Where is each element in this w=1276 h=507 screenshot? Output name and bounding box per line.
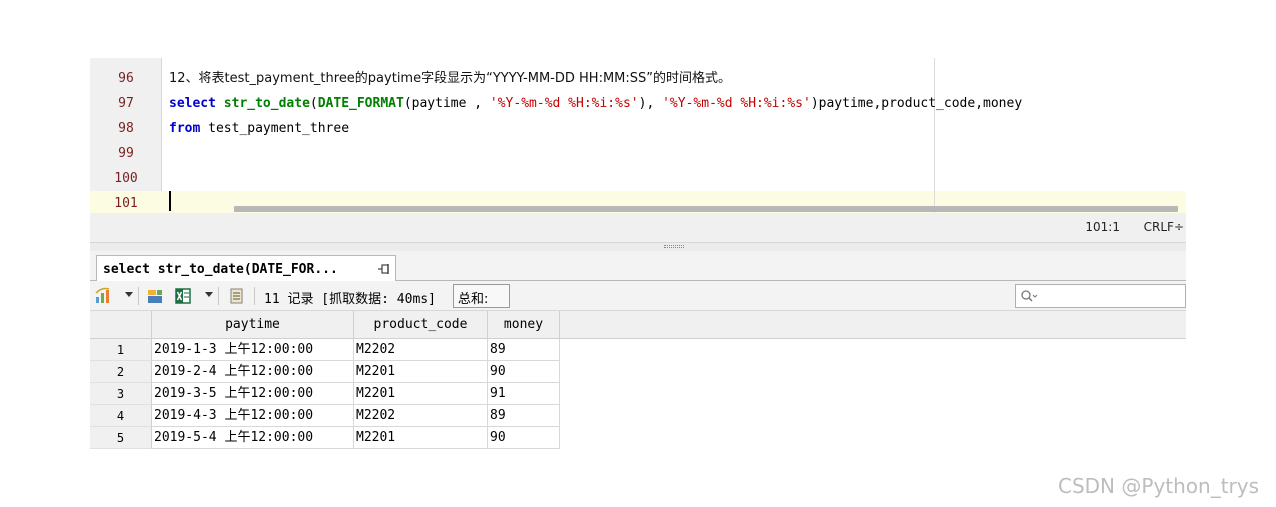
cell-money[interactable]: 91	[488, 383, 560, 405]
tab-result[interactable]: select str_to_date(DATE_FOR...	[96, 255, 396, 282]
table-row[interactable]: 4 2019-4-3 上午12:00:00 M2202 89	[90, 405, 560, 427]
line-number-current: 101	[90, 191, 162, 213]
keyword-select: select	[169, 96, 216, 111]
line-number: 98	[118, 121, 134, 136]
result-grid[interactable]: paytime product_code money 1 2019-1-3 上午…	[90, 311, 1186, 452]
result-toolbar: 11 记录 [抓取数据: 40ms] 总和:	[90, 281, 1186, 311]
line-ending-selector[interactable]: CRLF÷	[1144, 220, 1184, 234]
cell-money[interactable]: 90	[488, 427, 560, 449]
sql-editor[interactable]: 96 97 98 99 100 101 12、将表test_payment_th…	[90, 58, 1186, 213]
line-number: 100	[114, 171, 138, 186]
pin-icon[interactable]	[377, 262, 391, 276]
table-row[interactable]: 5 2019-5-4 上午12:00:00 M2201 90	[90, 427, 560, 449]
toolbar-divider	[218, 287, 219, 305]
record-count-info: 11 记录 [抓取数据: 40ms]	[264, 292, 436, 307]
script-icon[interactable]	[228, 287, 246, 305]
column-header-money[interactable]: money	[488, 311, 560, 339]
cell-money[interactable]: 90	[488, 361, 560, 383]
line-number: 96	[118, 71, 134, 86]
row-number[interactable]: 4	[90, 405, 152, 427]
cell-paytime[interactable]: 2019-4-3 上午12:00:00	[152, 405, 354, 427]
code-tail: )paytime,product_code,money	[810, 96, 1023, 111]
line-number: 97	[118, 96, 134, 111]
function-str-to-date: str_to_date	[223, 96, 310, 111]
print-margin-line	[934, 58, 935, 213]
result-tab-strip: select str_to_date(DATE_FOR...	[90, 251, 1186, 282]
code-line-comment: 12、将表test_payment_three的paytime字段显示为“YYY…	[169, 71, 731, 86]
cell-paytime[interactable]: 2019-1-3 上午12:00:00	[152, 339, 354, 361]
excel-icon[interactable]	[174, 287, 192, 305]
watermark: CSDN @Python_trys	[1058, 474, 1260, 498]
table-row[interactable]: 2 2019-2-4 上午12:00:00 M2201 90	[90, 361, 560, 383]
search-icon[interactable]	[1020, 289, 1038, 303]
editor-status-bar: 101:1 CRLF÷	[90, 213, 1186, 243]
sum-label: 总和:	[458, 292, 489, 307]
cell-product-code[interactable]: M2202	[354, 339, 488, 361]
splitter-grip-icon[interactable]	[664, 245, 684, 248]
cell-paytime[interactable]: 2019-5-4 上午12:00:00	[152, 427, 354, 449]
code-area[interactable]: 12、将表test_payment_three的paytime字段显示为“YYY…	[162, 58, 1186, 213]
column-header-product-code[interactable]: product_code	[354, 311, 488, 339]
code-args: ),	[638, 96, 663, 111]
sum-field: 总和:	[453, 284, 510, 308]
cursor-position: 101:1	[1085, 220, 1120, 234]
keyword-from: from	[169, 121, 201, 136]
cell-paytime[interactable]: 2019-3-5 上午12:00:00	[152, 383, 354, 405]
string-literal: '%Y-%m-%d %H:%i:%s'	[489, 96, 639, 111]
code-line-from: from test_payment_three	[169, 116, 349, 141]
tab-result-label: select str_to_date(DATE_FOR...	[103, 262, 338, 277]
column-header-paytime[interactable]: paytime	[152, 311, 354, 339]
pane-splitter[interactable]	[90, 243, 1186, 251]
grid-header: paytime product_code money	[90, 311, 1186, 339]
text-caret	[169, 191, 171, 211]
table-name: test_payment_three	[200, 121, 350, 136]
code-args: (paytime ,	[403, 96, 490, 111]
cell-product-code[interactable]: M2201	[354, 427, 488, 449]
cell-paytime[interactable]: 2019-2-4 上午12:00:00	[152, 361, 354, 383]
cell-money[interactable]: 89	[488, 339, 560, 361]
string-literal: '%Y-%m-%d %H:%i:%s'	[662, 96, 811, 111]
paren: (	[309, 96, 318, 111]
toolbar-divider	[138, 287, 139, 305]
code-line-select: select str_to_date(DATE_FORMAT(paytime ,…	[169, 91, 1022, 116]
row-number[interactable]: 3	[90, 383, 152, 405]
table-row[interactable]: 3 2019-3-5 上午12:00:00 M2201 91	[90, 383, 560, 405]
horizontal-scrollbar[interactable]	[234, 206, 1178, 212]
row-number[interactable]: 1	[90, 339, 152, 361]
row-number[interactable]: 2	[90, 361, 152, 383]
cell-money[interactable]: 89	[488, 405, 560, 427]
cell-product-code[interactable]: M2201	[354, 361, 488, 383]
search-input[interactable]	[1015, 284, 1186, 308]
toolbar-divider	[254, 287, 255, 305]
line-number-gutter: 96 97 98 99 100 101	[90, 58, 162, 213]
chevron-down-icon[interactable]	[125, 292, 133, 297]
function-date-format: DATE_FORMAT	[317, 96, 404, 111]
cell-product-code[interactable]: M2202	[354, 405, 488, 427]
row-number-header	[90, 311, 152, 339]
cell-product-code[interactable]: M2201	[354, 383, 488, 405]
table-row[interactable]: 1 2019-1-3 上午12:00:00 M2202 89	[90, 339, 560, 361]
refresh-dropdown-icon[interactable]	[94, 287, 112, 305]
row-number[interactable]: 5	[90, 427, 152, 449]
line-number: 99	[118, 146, 134, 161]
chevron-down-icon[interactable]	[205, 292, 213, 297]
export-icon[interactable]	[146, 287, 164, 305]
